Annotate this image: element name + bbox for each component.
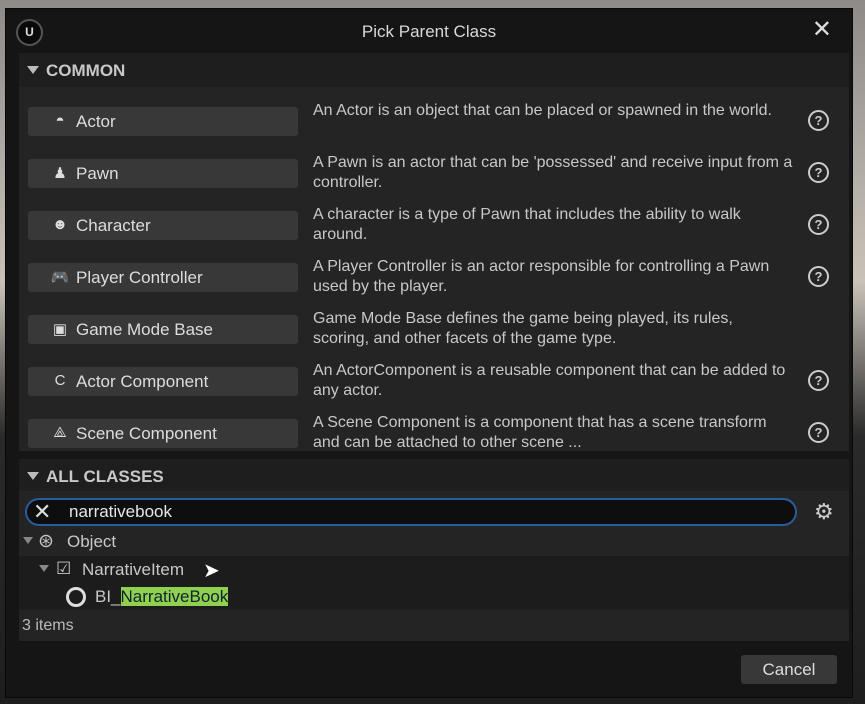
class-label: Character	[76, 216, 151, 235]
class-description: A Player Controller is an actor responsi…	[313, 258, 770, 295]
class-button-actor-component[interactable]: C Actor Component	[28, 367, 298, 396]
close-icon[interactable]: ✕	[812, 15, 832, 44]
class-description: An ActorComponent is a reusable componen…	[313, 362, 786, 399]
common-class-row: 🎮 Player Controller A Player Controller is…	[19, 251, 849, 303]
item-count: 3 items	[22, 617, 74, 634]
common-class-row: C Actor Component An ActorComponent is a r…	[19, 355, 849, 407]
class-description: A Pawn is an actor that can be 'possesse…	[313, 154, 793, 191]
tree-item-object[interactable]: ⊛ Object	[19, 528, 849, 555]
class-description: A character is a type of Pawn that inclu…	[313, 206, 741, 243]
help-icon[interactable]: ?	[808, 422, 829, 443]
class-label: Pawn	[76, 164, 119, 183]
common-class-row: ♟ Pawn A Pawn is an actor that can be 'pos…	[19, 147, 849, 199]
expand-triangle-icon[interactable]	[23, 537, 33, 544]
class-description: Game Mode Base defines the game being pl…	[313, 310, 733, 347]
gamepad-icon: 🎮	[50, 269, 70, 286]
expand-triangle-icon[interactable]	[39, 565, 49, 572]
help-icon[interactable]: ?	[808, 370, 829, 391]
blueprint-icon: ☑	[56, 559, 72, 578]
help-icon[interactable]: ?	[808, 214, 829, 235]
scene-component-icon: ⟁	[53, 424, 67, 441]
tree-label: Object	[67, 532, 117, 551]
class-circle-icon	[66, 587, 86, 607]
collapse-triangle-icon	[27, 472, 39, 480]
class-button-character[interactable]: ☻ Character	[28, 211, 298, 240]
class-search-box[interactable]: ✕	[25, 498, 797, 526]
tree-item-bi-narrativebook[interactable]: BI_NarrativeBook	[19, 583, 849, 610]
search-input[interactable]	[69, 502, 769, 522]
game-mode-icon: ▣	[52, 321, 68, 338]
clear-search-icon[interactable]: ✕	[33, 499, 51, 525]
class-description: A Scene Component is a component that ha…	[313, 414, 767, 451]
section-label: ALL CLASSES	[46, 467, 164, 486]
common-class-row: ⟁ Scene Component A Scene Component is a c…	[19, 407, 849, 459]
common-class-row: ◓ Actor An Actor is an object that can be …	[19, 95, 849, 147]
title-bar: U Pick Parent Class ✕	[6, 9, 852, 53]
mouse-cursor-icon: ➤	[203, 560, 220, 582]
class-button-pawn[interactable]: ♟ Pawn	[28, 159, 298, 188]
class-label: Player Controller	[76, 268, 203, 287]
class-label: Game Mode Base	[76, 320, 214, 339]
pick-parent-class-dialog: U Pick Parent Class ✕ COMMON ◓ Actor An Ac…	[5, 8, 853, 698]
help-icon[interactable]: ?	[808, 266, 829, 287]
common-class-row: ☻ Character A character is a type of Pawn …	[19, 199, 849, 251]
common-section-header[interactable]: COMMON	[19, 53, 849, 87]
label-prefix: BI_	[95, 587, 121, 606]
tree-item-narrativeitem[interactable]: ☑ NarrativeItem ➤	[19, 556, 849, 583]
collapse-triangle-icon	[27, 66, 39, 74]
class-button-game-mode-base[interactable]: ▣ Game Mode Base	[28, 315, 298, 344]
tree-label: NarrativeItem	[82, 560, 185, 579]
class-label: Actor	[76, 112, 116, 131]
help-icon[interactable]: ?	[808, 110, 829, 131]
all-classes-section-header[interactable]: ALL CLASSES	[19, 459, 849, 493]
actor-icon: ◓	[55, 112, 65, 129]
tree-label: BI_NarrativeBook	[95, 587, 229, 607]
cancel-button[interactable]: Cancel	[741, 655, 837, 684]
class-button-scene-component[interactable]: ⟁ Scene Component	[28, 419, 298, 448]
class-label: Scene Component	[76, 424, 217, 443]
search-match-highlight: NarrativeBook	[120, 587, 229, 606]
class-button-player-controller[interactable]: 🎮 Player Controller	[28, 263, 298, 292]
dialog-title: Pick Parent Class	[361, 22, 497, 41]
pawn-icon: ♟	[53, 165, 67, 182]
component-icon: C	[54, 372, 66, 389]
class-button-actor[interactable]: ◓ Actor	[28, 107, 298, 136]
class-label: Actor Component	[76, 372, 209, 391]
character-icon: ☻	[52, 216, 68, 233]
gear-icon[interactable]: ⚙	[814, 499, 834, 525]
class-description: An Actor is an object that can be placed…	[313, 102, 772, 119]
object-icon: ⊛	[38, 531, 54, 552]
common-class-row: ▣ Game Mode Base Game Mode Base defines th…	[19, 303, 849, 355]
section-label: COMMON	[46, 61, 126, 80]
common-classes-list: ◓ Actor An Actor is an object that can be …	[19, 87, 849, 451]
help-icon[interactable]: ?	[808, 162, 829, 183]
